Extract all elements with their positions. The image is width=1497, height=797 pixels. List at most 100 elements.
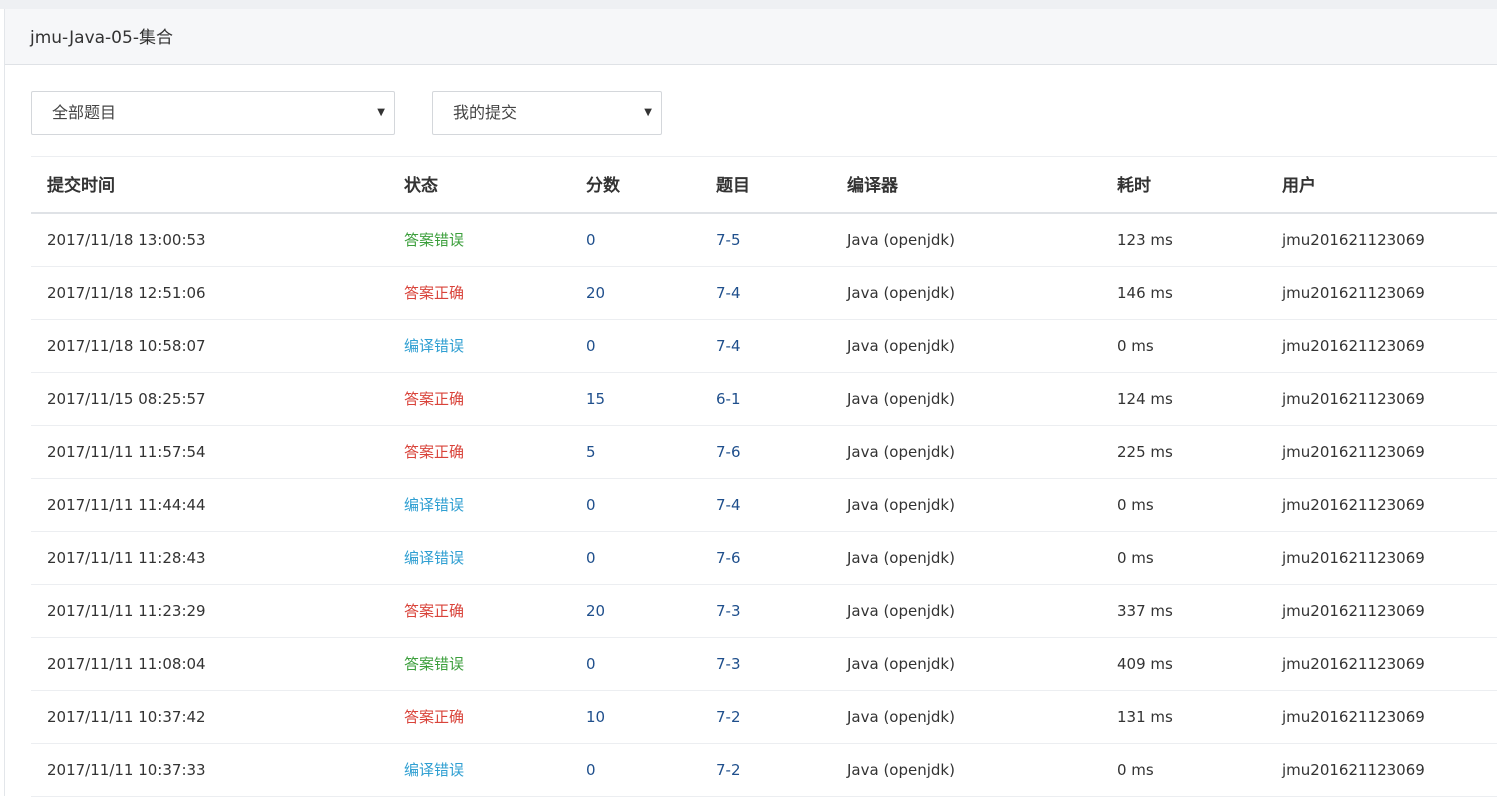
duration-cell: 337 ms xyxy=(1117,602,1173,620)
duration-cell: 0 ms xyxy=(1117,761,1154,779)
table-row: 2017/11/11 11:23:29 答案正确 20 7-3 Java (openjd… xyxy=(31,585,1497,638)
score-link[interactable]: 0 xyxy=(586,320,596,373)
score-link[interactable]: 5 xyxy=(586,426,596,479)
duration-cell: 225 ms xyxy=(1117,443,1173,461)
duration-cell: 146 ms xyxy=(1117,284,1173,302)
compiler-cell: Java (openjdk) xyxy=(847,284,955,302)
status-link[interactable]: 编译错误 xyxy=(404,532,464,585)
chevron-down-icon: ▼ xyxy=(377,107,385,118)
duration-cell: 124 ms xyxy=(1117,390,1173,408)
problem-link[interactable]: 6-1 xyxy=(716,373,741,426)
user-cell: jmu201621123069 xyxy=(1282,549,1425,567)
user-cell: jmu201621123069 xyxy=(1282,761,1425,779)
user-cell: jmu201621123069 xyxy=(1282,655,1425,673)
status-link[interactable]: 编译错误 xyxy=(404,744,464,797)
user-cell: jmu201621123069 xyxy=(1282,708,1425,726)
submit-time-cell: 2017/11/11 10:37:33 xyxy=(47,761,206,779)
header-compiler: 编译器 xyxy=(847,176,898,196)
status-link[interactable]: 答案正确 xyxy=(404,691,464,744)
problem-link[interactable]: 7-4 xyxy=(716,267,741,320)
submissions-panel: jmu-Java-05-集合 全部题目 ▼ 我的提交 ▼ 提交时间 状态 分数 … xyxy=(4,9,1497,797)
submit-time-cell: 2017/11/11 11:57:54 xyxy=(47,443,206,461)
status-link[interactable]: 答案错误 xyxy=(404,638,464,691)
table-row: 2017/11/11 11:44:44 编译错误 0 7-4 Java (openjdk… xyxy=(31,479,1497,532)
table-row: 2017/11/18 10:58:07 编译错误 0 7-4 Java (openjdk… xyxy=(31,320,1497,373)
status-link[interactable]: 答案正确 xyxy=(404,426,464,479)
problem-link[interactable]: 7-2 xyxy=(716,744,741,797)
table-row: 2017/11/11 11:57:54 答案正确 5 7-6 Java (openjdk… xyxy=(31,426,1497,479)
score-link[interactable]: 0 xyxy=(586,214,596,267)
problem-link[interactable]: 7-6 xyxy=(716,532,741,585)
header-duration: 耗时 xyxy=(1117,176,1151,196)
score-link[interactable]: 20 xyxy=(586,585,605,638)
status-link[interactable]: 答案正确 xyxy=(404,267,464,320)
submit-time-cell: 2017/11/11 11:28:43 xyxy=(47,549,206,567)
compiler-cell: Java (openjdk) xyxy=(847,761,955,779)
score-link[interactable]: 20 xyxy=(586,267,605,320)
table-row: 2017/11/18 12:51:06 答案正确 20 7-4 Java (openjd… xyxy=(31,267,1497,320)
compiler-cell: Java (openjdk) xyxy=(847,708,955,726)
table-row: 2017/11/15 08:25:57 答案正确 15 6-1 Java (openjd… xyxy=(31,373,1497,426)
user-cell: jmu201621123069 xyxy=(1282,602,1425,620)
submit-time-cell: 2017/11/11 11:23:29 xyxy=(47,602,206,620)
problem-link[interactable]: 7-4 xyxy=(716,320,741,373)
duration-cell: 131 ms xyxy=(1117,708,1173,726)
status-link[interactable]: 答案正确 xyxy=(404,585,464,638)
submit-time-cell: 2017/11/18 13:00:53 xyxy=(47,231,206,249)
score-link[interactable]: 15 xyxy=(586,373,605,426)
header-user: 用户 xyxy=(1282,176,1316,196)
table-row: 2017/11/11 11:28:43 编译错误 0 7-6 Java (openjdk… xyxy=(31,532,1497,585)
score-link[interactable]: 0 xyxy=(586,479,596,532)
problem-link[interactable]: 7-6 xyxy=(716,426,741,479)
table-header: 提交时间 状态 分数 题目 编译器 耗时 用户 xyxy=(31,156,1497,214)
submit-time-cell: 2017/11/18 12:51:06 xyxy=(47,284,206,302)
chevron-down-icon: ▼ xyxy=(644,107,652,118)
duration-cell: 123 ms xyxy=(1117,231,1173,249)
problem-link[interactable]: 7-3 xyxy=(716,585,741,638)
problem-filter-value: 全部题目 xyxy=(52,103,117,122)
user-cell: jmu201621123069 xyxy=(1282,443,1425,461)
user-cell: jmu201621123069 xyxy=(1282,496,1425,514)
duration-cell: 0 ms xyxy=(1117,549,1154,567)
status-link[interactable]: 编译错误 xyxy=(404,479,464,532)
submit-time-cell: 2017/11/11 11:44:44 xyxy=(47,496,206,514)
table-row: 2017/11/11 10:37:33 编译错误 0 7-2 Java (openjdk… xyxy=(31,744,1497,797)
score-link[interactable]: 0 xyxy=(586,638,596,691)
user-cell: jmu201621123069 xyxy=(1282,337,1425,355)
problem-link[interactable]: 7-2 xyxy=(716,691,741,744)
duration-cell: 409 ms xyxy=(1117,655,1173,673)
duration-cell: 0 ms xyxy=(1117,496,1154,514)
table-row: 2017/11/11 11:08:04 答案错误 0 7-3 Java (openjdk… xyxy=(31,638,1497,691)
score-link[interactable]: 0 xyxy=(586,744,596,797)
status-link[interactable]: 答案错误 xyxy=(404,214,464,267)
table-row: 2017/11/18 13:00:53 答案错误 0 7-5 Java (openjdk… xyxy=(31,214,1497,267)
table-row: 2017/11/11 10:37:42 答案正确 10 7-2 Java (openjd… xyxy=(31,691,1497,744)
submit-time-cell: 2017/11/11 10:37:42 xyxy=(47,708,206,726)
compiler-cell: Java (openjdk) xyxy=(847,496,955,514)
header-score: 分数 xyxy=(586,176,620,196)
compiler-cell: Java (openjdk) xyxy=(847,337,955,355)
page-title: jmu-Java-05-集合 xyxy=(30,28,173,48)
table-body: 2017/11/18 13:00:53 答案错误 0 7-5 Java (openjdk… xyxy=(31,214,1497,797)
compiler-cell: Java (openjdk) xyxy=(847,443,955,461)
problem-link[interactable]: 7-4 xyxy=(716,479,741,532)
compiler-cell: Java (openjdk) xyxy=(847,390,955,408)
compiler-cell: Java (openjdk) xyxy=(847,549,955,567)
header-submit-time: 提交时间 xyxy=(47,176,115,196)
problem-link[interactable]: 7-3 xyxy=(716,638,741,691)
submissions-table: 提交时间 状态 分数 题目 编译器 耗时 用户 2017/11/18 13:00… xyxy=(31,156,1497,797)
score-link[interactable]: 10 xyxy=(586,691,605,744)
submit-time-cell: 2017/11/11 11:08:04 xyxy=(47,655,206,673)
status-link[interactable]: 答案正确 xyxy=(404,373,464,426)
submit-time-cell: 2017/11/15 08:25:57 xyxy=(47,390,206,408)
submit-time-cell: 2017/11/18 10:58:07 xyxy=(47,337,206,355)
user-cell: jmu201621123069 xyxy=(1282,284,1425,302)
problem-filter-select[interactable]: 全部题目 ▼ xyxy=(31,91,395,135)
score-link[interactable]: 0 xyxy=(586,532,596,585)
status-link[interactable]: 编译错误 xyxy=(404,320,464,373)
user-cell: jmu201621123069 xyxy=(1282,231,1425,249)
user-cell: jmu201621123069 xyxy=(1282,390,1425,408)
compiler-cell: Java (openjdk) xyxy=(847,602,955,620)
submission-filter-select[interactable]: 我的提交 ▼ xyxy=(432,91,662,135)
problem-link[interactable]: 7-5 xyxy=(716,214,741,267)
